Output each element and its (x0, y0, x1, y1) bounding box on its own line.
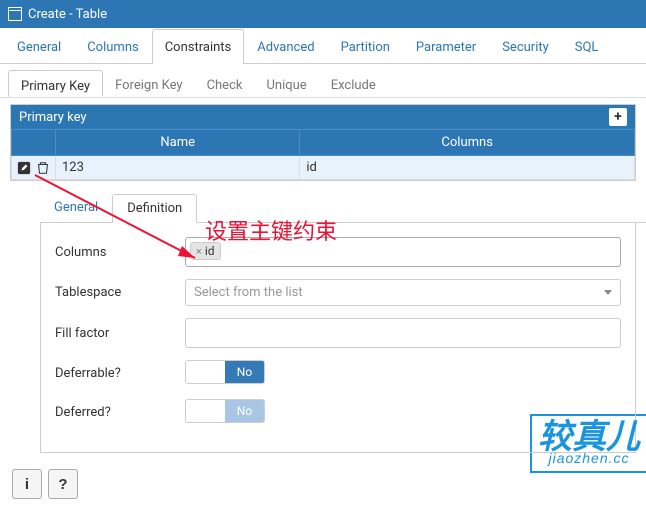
tablespace-placeholder: Select from the list (194, 285, 303, 300)
window-title: Create - Table (28, 7, 107, 22)
watermark-main: 较真儿 (538, 422, 640, 453)
tab-advanced[interactable]: Advanced (244, 29, 327, 64)
inner-tab-general[interactable]: General (40, 194, 112, 223)
primary-key-section: Primary key + Name Columns 123 id (10, 104, 636, 181)
deferrable-label: Deferrable? (55, 366, 185, 381)
subtab-primary-key[interactable]: Primary Key (8, 70, 103, 97)
col-columns: Columns (300, 130, 635, 156)
deferrable-toggle[interactable]: No (185, 360, 265, 384)
watermark-sub: jiaozhen.cc (538, 452, 640, 465)
tablespace-select[interactable]: Select from the list (185, 279, 621, 306)
row-name[interactable]: 123 (56, 156, 300, 180)
subtab-check[interactable]: Check (195, 70, 255, 97)
tab-general[interactable]: General (4, 29, 74, 64)
tab-security[interactable]: Security (489, 29, 562, 64)
col-actions (12, 130, 56, 156)
col-name: Name (56, 130, 300, 156)
tab-partition[interactable]: Partition (328, 29, 403, 64)
tablespace-label: Tablespace (55, 285, 185, 300)
subtab-foreign-key[interactable]: Foreign Key (103, 70, 194, 97)
watermark: 较真儿 jiaozhen.cc (538, 422, 640, 465)
help-button[interactable]: ? (48, 469, 78, 499)
main-tab-bar: General Columns Constraints Advanced Par… (0, 28, 646, 64)
tab-parameter[interactable]: Parameter (403, 29, 489, 64)
info-button[interactable]: i (12, 469, 42, 499)
trash-icon[interactable] (36, 161, 50, 175)
primary-key-table: Name Columns 123 id (11, 129, 635, 180)
tab-columns[interactable]: Columns (74, 29, 152, 64)
add-constraint-button[interactable]: + (609, 108, 627, 126)
tag-remove-icon[interactable]: × (196, 245, 202, 258)
tab-sql[interactable]: SQL (562, 29, 612, 64)
subtab-exclude[interactable]: Exclude (319, 70, 388, 97)
columns-multiselect[interactable]: × id (185, 237, 621, 267)
toggle-value: No (225, 361, 264, 383)
deferred-toggle[interactable]: No (185, 399, 265, 423)
primary-key-title: Primary key (19, 110, 87, 125)
constraint-sub-tabs: Primary Key Foreign Key Check Unique Exc… (0, 64, 646, 98)
edit-icon[interactable] (17, 161, 31, 175)
toggle-left (186, 400, 225, 422)
deferred-label: Deferred? (55, 405, 185, 420)
toggle-value: No (225, 400, 264, 422)
toggle-left (186, 361, 225, 383)
fillfactor-label: Fill factor (55, 326, 185, 341)
columns-label: Columns (55, 245, 185, 260)
table-row[interactable]: 123 id (12, 156, 635, 180)
subtab-unique[interactable]: Unique (254, 70, 318, 97)
footer-buttons: i ? (12, 469, 78, 499)
row-columns: id (300, 156, 635, 180)
tab-constraints[interactable]: Constraints (152, 29, 245, 64)
inner-tab-definition[interactable]: Definition (112, 194, 197, 223)
chevron-down-icon (604, 290, 612, 295)
window-titlebar: Create - Table (0, 0, 646, 28)
table-icon (8, 7, 22, 21)
column-tag: × id (190, 242, 221, 260)
primary-key-header: Primary key + (11, 105, 635, 129)
pk-inner-tabs: General Definition (40, 193, 646, 223)
fillfactor-input[interactable] (185, 318, 621, 348)
tag-label: id (205, 244, 215, 258)
